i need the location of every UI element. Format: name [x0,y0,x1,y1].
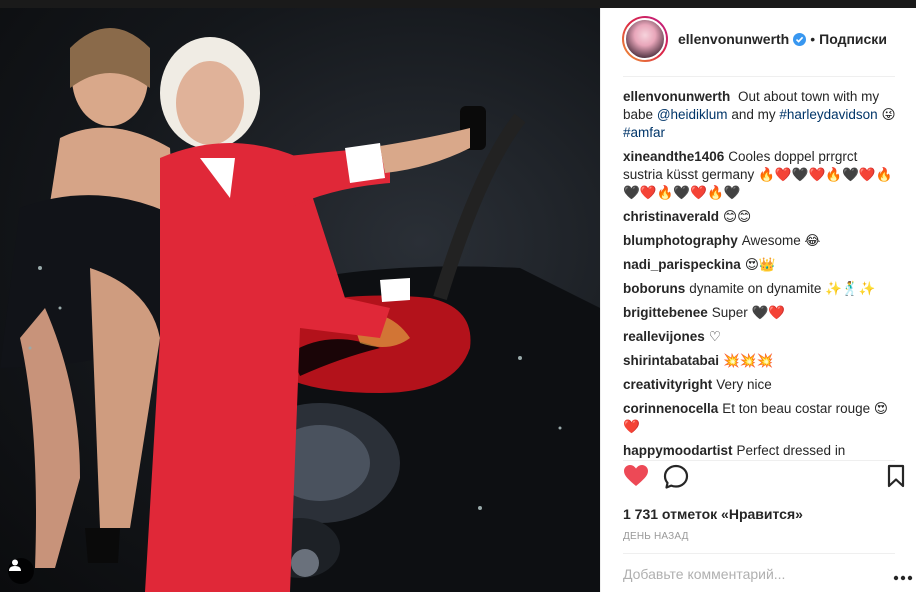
comment-item: boboruns dynamite on dynamite ✨🕺✨ [623,280,897,298]
comment-username[interactable]: christinaverald [623,209,719,224]
comment-text: 😍👑 [744,257,776,272]
actions-divider [623,460,895,461]
person-tag-icon[interactable] [8,558,34,584]
mention-link[interactable]: @heidiklum [657,107,728,122]
comment-item: blumphotography Awesome 😂 [623,232,897,250]
comment-username[interactable]: shirintabatabai [623,353,719,368]
comment-item: brigittebenee Super 🖤❤️ [623,304,897,322]
photo-illustration [0,28,600,592]
comment-username[interactable]: happymoodartist [623,443,733,458]
comment-username[interactable]: boboruns [623,281,685,296]
comment-username[interactable]: xineandthe1406 [623,149,724,164]
comment-item: creativityright Very nice [623,376,897,394]
comment-username[interactable]: corinnenocella [623,401,718,416]
caption-text-2: and my [731,107,776,122]
comment-text: 💥💥💥 [723,353,774,368]
comment-item: happymoodartist Perfect dressed in [623,442,897,458]
header-username[interactable]: ellenvonunwerth [678,31,789,47]
post-header: ellenvonunwerth • Подписки [601,8,916,70]
comment-text: ♡ [708,329,721,344]
hashtag-link[interactable]: #amfar [623,125,665,140]
comment-text: 😊😊 [723,209,752,224]
hashtag-link[interactable]: #harleydavidson [779,107,877,122]
comment-text: Super 🖤❤️ [711,305,786,320]
comment-username[interactable]: creativityright [623,377,712,392]
comment-text: Very nice [716,377,772,392]
comment-username[interactable]: reallevijones [623,329,705,344]
comment-text: Perfect dressed in [736,443,846,458]
bookmark-icon[interactable] [887,464,913,490]
comment-item: corinnenocella Et ton beau costar rouge 😍… [623,400,897,436]
comment-username[interactable]: blumphotography [623,233,738,248]
comment-input-divider [623,553,895,554]
comment-item: nadi_parispeckina 😍👑 [623,256,897,274]
heart-icon[interactable] [623,464,649,490]
comments-list[interactable]: ellenvonunwerth Out about town with my b… [623,88,897,458]
caption: ellenvonunwerth Out about town with my b… [623,88,897,142]
top-bar [0,0,916,8]
verified-badge-icon [793,32,807,46]
post-timestamp[interactable]: ДЕНЬ НАЗАД [623,531,689,542]
comment-icon[interactable] [663,464,689,490]
comment-item: christinaverald 😊😊 [623,208,897,226]
caption-username[interactable]: ellenvonunwerth [623,89,730,104]
comment-item: reallevijones ♡ [623,328,897,346]
likes-count[interactable]: 1 731 отметок «Нравится» [623,506,803,522]
comment-item: xineandthe1406 Cooles doppel prrgrct sust… [623,148,897,202]
separator-dot: • [810,31,816,47]
post-photo[interactable] [0,8,600,592]
comment-username[interactable]: nadi_parispeckina [623,257,741,272]
following-button[interactable]: Подписки [819,31,887,47]
comment-item: shirintabatabai 💥💥💥 [623,352,897,370]
comment-input[interactable] [623,564,898,584]
action-bar [623,464,905,504]
post-panel: ellenvonunwerth • Подписки ellenvonunwer… [600,8,916,592]
header-divider [623,76,895,77]
caption-emoji: 😜 [881,107,897,122]
more-options-icon[interactable] [893,568,913,581]
comment-username[interactable]: brigittebenee [623,305,708,320]
comment-text: Awesome 😂 [741,233,821,248]
comment-text: dynamite on dynamite ✨🕺✨ [689,281,876,296]
avatar[interactable] [622,16,668,62]
